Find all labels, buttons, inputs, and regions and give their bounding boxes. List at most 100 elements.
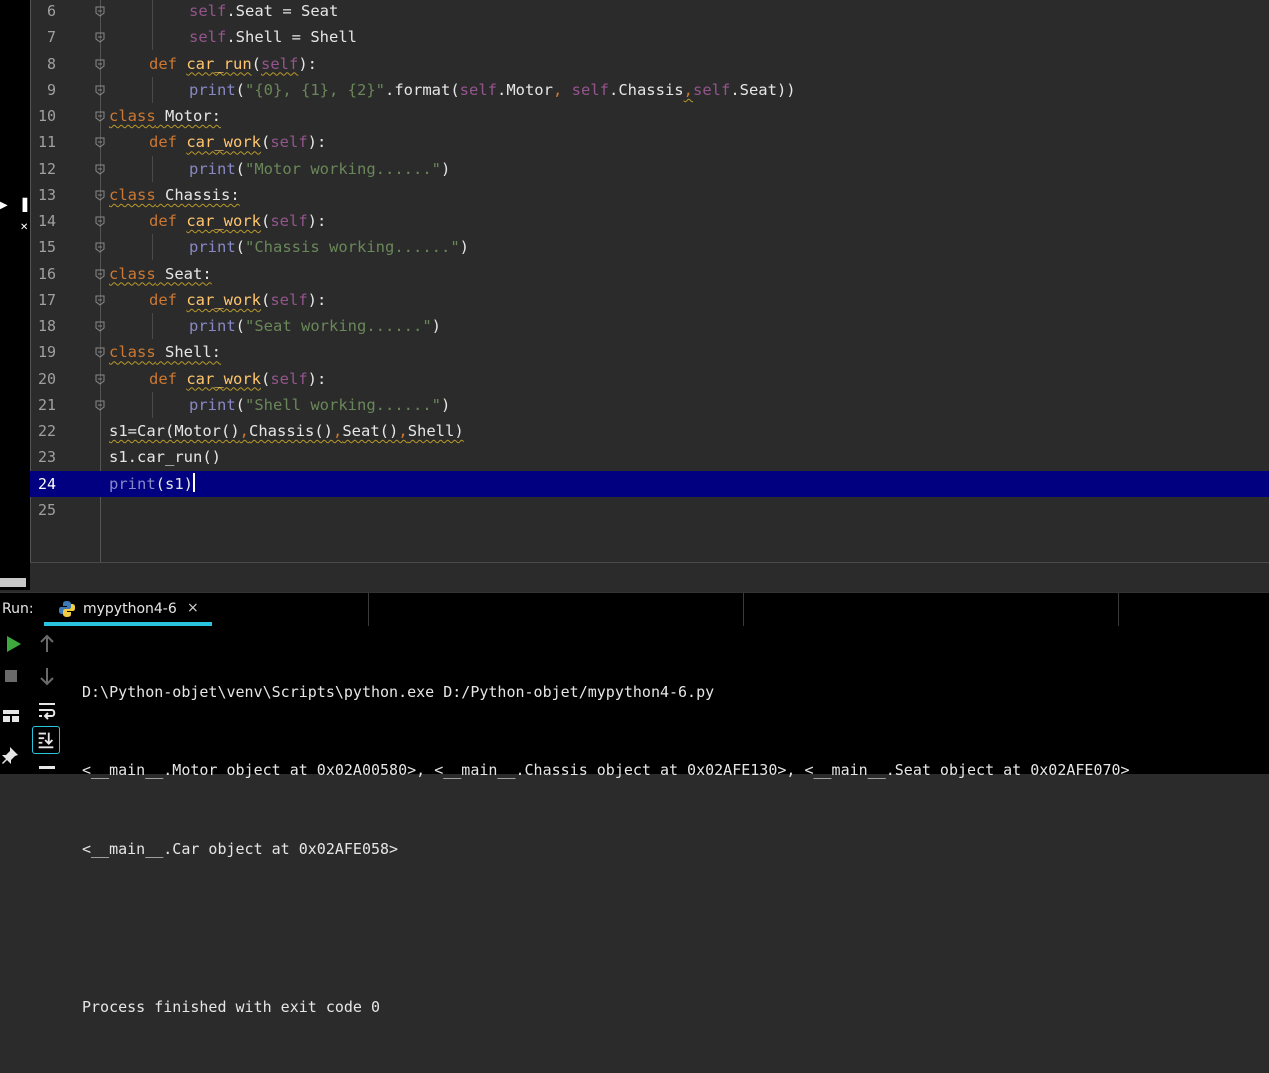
code-text[interactable]: class Seat: xyxy=(109,261,212,287)
fold-marker-icon[interactable] xyxy=(94,215,106,227)
structure-icon[interactable]: ▐ xyxy=(18,198,27,212)
code-line[interactable]: 9 print("{0}, {1}, {2}".format(self.Motor… xyxy=(30,76,1269,103)
code-line[interactable]: 15 print("Chassis working......") xyxy=(30,234,1269,261)
code-line[interactable]: 6 self.Seat = Seat xyxy=(30,0,1269,24)
line-number[interactable]: 6 xyxy=(30,0,56,24)
code-line[interactable]: 7 self.Shell = Shell xyxy=(30,24,1269,51)
fold-marker-icon[interactable] xyxy=(94,399,106,411)
fold-marker-icon[interactable] xyxy=(94,346,106,358)
line-number[interactable]: 19 xyxy=(30,339,56,365)
code-token: self xyxy=(189,28,227,47)
code-text[interactable]: self.Shell = Shell xyxy=(189,24,357,50)
line-number[interactable]: 17 xyxy=(30,287,56,313)
fold-marker-icon[interactable] xyxy=(94,373,106,385)
code-line[interactable]: 16 class Seat: xyxy=(30,261,1269,287)
scroll-to-end-toggle[interactable] xyxy=(32,726,60,754)
stop-square-icon[interactable] xyxy=(0,664,24,688)
line-number[interactable]: 8 xyxy=(30,51,56,77)
code-text[interactable]: print("Shell working......") xyxy=(189,392,450,418)
line-number[interactable]: 25 xyxy=(30,497,56,523)
python-icon xyxy=(59,601,75,617)
code-line[interactable]: 25 xyxy=(30,497,1269,523)
code-line[interactable]: 19 class Shell: xyxy=(30,339,1269,365)
code-token: self xyxy=(270,212,308,230)
code-text[interactable]: def car_work(self): xyxy=(149,287,326,313)
line-number[interactable]: 20 xyxy=(30,366,56,392)
code-token: ) xyxy=(440,395,451,414)
line-number[interactable]: 12 xyxy=(30,156,56,182)
arrow-down-icon[interactable] xyxy=(35,664,59,688)
code-line[interactable]: 12 print("Motor working......") xyxy=(30,155,1269,182)
line-number[interactable]: 16 xyxy=(30,261,56,287)
fold-marker-icon[interactable] xyxy=(94,58,106,70)
fold-marker-icon[interactable] xyxy=(94,268,106,280)
code-line[interactable]: 8 def car_run(self): xyxy=(30,51,1269,77)
pin-icon[interactable] xyxy=(0,744,24,768)
fold-marker-icon[interactable] xyxy=(94,5,106,17)
soft-wrap-icon[interactable] xyxy=(35,698,59,722)
code-token: "Motor working......" xyxy=(245,159,441,178)
code-text[interactable]: print("Chassis working......") xyxy=(189,234,469,260)
code-line[interactable]: 11 def car_work(self): xyxy=(30,129,1269,155)
code-line[interactable]: 18 print("Seat working......") xyxy=(30,313,1269,339)
line-number[interactable]: 14 xyxy=(30,208,56,234)
line-number[interactable]: 24 xyxy=(30,471,56,497)
line-number[interactable]: 10 xyxy=(30,103,56,129)
line-number[interactable]: 18 xyxy=(30,313,56,339)
code-text[interactable]: print("{0}, {1}, {2}".format(self.Motor,… xyxy=(189,77,796,103)
code-text[interactable]: s1=Car(Motor(),Chassis(),Seat(),Shell) xyxy=(109,418,464,444)
fold-marker-icon[interactable] xyxy=(94,189,106,201)
code-text[interactable]: print("Motor working......") xyxy=(189,156,450,182)
code-line[interactable]: 10 class Motor: xyxy=(30,103,1269,129)
code-token: car_work xyxy=(186,212,261,230)
line-number[interactable]: 13 xyxy=(30,182,56,208)
code-line[interactable]: 14 def car_work(self): xyxy=(30,208,1269,234)
code-text[interactable]: print("Seat working......") xyxy=(189,313,441,339)
code-text[interactable]: def car_run(self): xyxy=(149,51,317,77)
console-line: Process finished with exit code 0 xyxy=(82,998,381,1017)
code-text[interactable]: def car_work(self): xyxy=(149,366,326,392)
code-text[interactable]: def car_work(self): xyxy=(149,208,326,234)
code-line[interactable]: 22 s1=Car(Motor(),Chassis(),Seat(),Shell) xyxy=(30,418,1269,444)
fold-marker-icon[interactable] xyxy=(94,84,106,96)
code-editor[interactable]: 6 self.Seat = Seat 7 self.Shell = Shell 8 def… xyxy=(30,0,1269,562)
fold-marker-icon[interactable] xyxy=(94,241,106,253)
fold-marker-icon[interactable] xyxy=(94,110,106,122)
code-line[interactable]: 20 def car_work(self): xyxy=(30,366,1269,392)
close-marker-icon[interactable]: ✕ xyxy=(20,222,28,233)
code-line[interactable]: 23 s1.car_run() xyxy=(30,444,1269,470)
code-text[interactable]: s1.car_run() xyxy=(109,444,221,470)
code-text[interactable]: class Chassis: xyxy=(109,182,240,208)
line-number[interactable]: 22 xyxy=(30,418,56,444)
scrollbar-thumb[interactable] xyxy=(0,578,26,587)
code-line[interactable]: 17 def car_work(self): xyxy=(30,287,1269,313)
arrow-up-icon[interactable] xyxy=(35,632,59,656)
code-text[interactable]: def car_work(self): xyxy=(149,129,326,155)
layout-icon[interactable] xyxy=(0,704,24,728)
fold-marker-icon[interactable] xyxy=(94,31,106,43)
line-number[interactable]: 7 xyxy=(30,24,56,50)
fold-marker-icon[interactable] xyxy=(94,320,106,332)
line-number[interactable]: 9 xyxy=(30,77,56,103)
run-console[interactable]: D:\Python-objet\venv\Scripts\python.exe … xyxy=(0,626,1269,1016)
line-number[interactable]: 21 xyxy=(30,392,56,418)
line-number[interactable]: 23 xyxy=(30,444,56,470)
tab-close-icon[interactable]: × xyxy=(187,600,199,616)
code-line[interactable]: 24 print(s1) xyxy=(30,470,1269,497)
fold-marker-icon[interactable] xyxy=(94,294,106,306)
print-icon[interactable] xyxy=(35,762,59,786)
code-line[interactable]: 13 class Chassis: xyxy=(30,182,1269,208)
collapse-arrow-icon[interactable]: ▶ xyxy=(0,200,8,211)
run-tab[interactable]: mypython4-6 × xyxy=(44,593,212,626)
code-text[interactable]: self.Seat = Seat xyxy=(189,0,338,24)
line-number[interactable]: 15 xyxy=(30,234,56,260)
code-text[interactable]: class Shell: xyxy=(109,339,221,365)
code-text[interactable]: print(s1) xyxy=(109,471,195,497)
code-text[interactable]: class Motor: xyxy=(109,103,221,129)
run-triangle-icon[interactable] xyxy=(2,632,26,656)
line-number[interactable]: 11 xyxy=(30,129,56,155)
code-line[interactable]: 21 print("Shell working......") xyxy=(30,391,1269,418)
fold-marker-icon[interactable] xyxy=(94,163,106,175)
code-token: ( xyxy=(235,238,246,257)
fold-marker-icon[interactable] xyxy=(94,136,106,148)
